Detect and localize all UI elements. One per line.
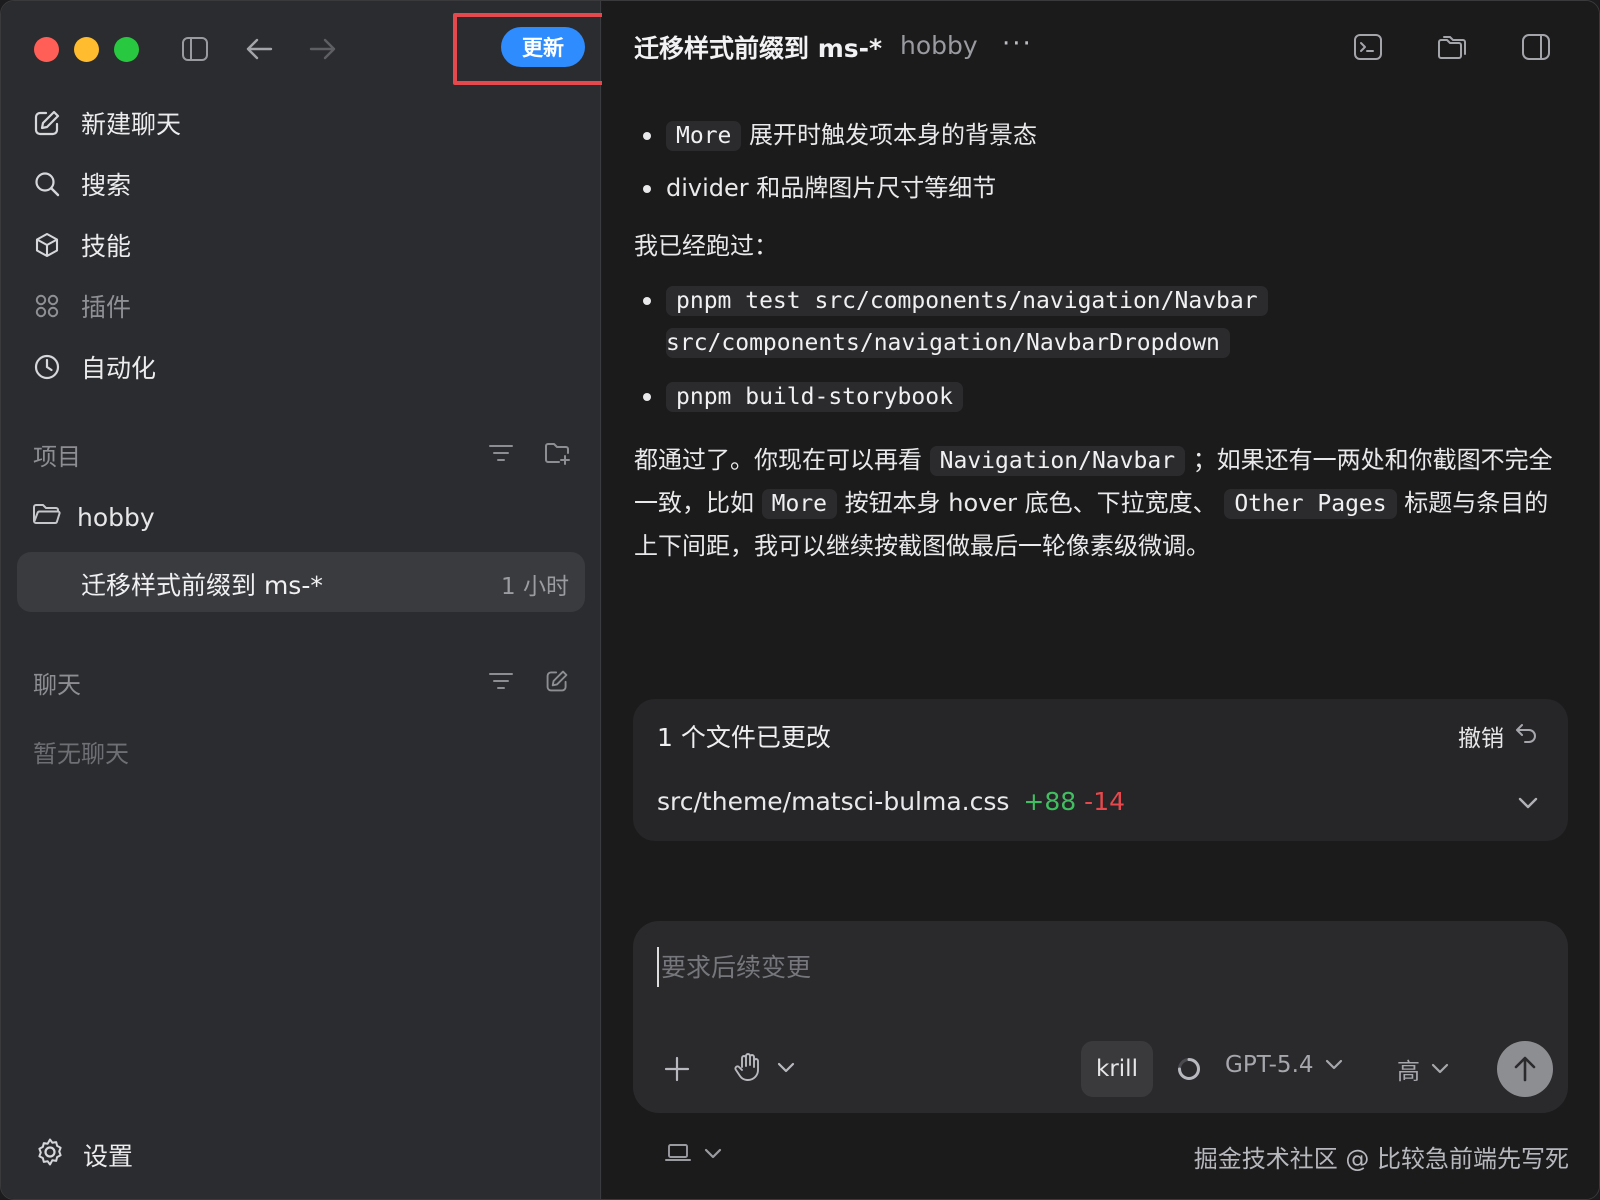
- model-label: GPT-5.4: [1225, 1052, 1314, 1078]
- message-paragraph: 都通过了。你现在可以再看 Navigation/Navbar ；如果还有一两处和…: [634, 439, 1564, 567]
- list-item: divider 和品牌图片尺寸等细节: [634, 168, 1564, 208]
- ran-label: 我已经跑过：: [634, 232, 778, 260]
- chats-section-label: 聊天: [33, 671, 81, 699]
- deletions-count: -14: [1084, 787, 1126, 816]
- arrow-up-icon: [1514, 1056, 1536, 1082]
- paragraph-text: 按钮本身 hover 底色、下拉宽度、: [844, 489, 1217, 517]
- nav-skills[interactable]: 技能: [31, 221, 131, 269]
- loading-spinner-icon: [1173, 1053, 1205, 1085]
- settings-label: 设置: [83, 1142, 134, 1171]
- undo-label: 撤销: [1458, 726, 1504, 752]
- compose-icon[interactable]: [541, 665, 573, 697]
- hand-icon: [734, 1052, 762, 1086]
- send-button[interactable]: [1497, 1041, 1553, 1097]
- changed-files-title: 1 个文件已更改: [657, 723, 831, 752]
- clock-icon: [31, 351, 63, 383]
- paragraph-text: 都通过了。你现在可以再看: [634, 446, 922, 474]
- undo-button[interactable]: 撤销: [1458, 719, 1538, 753]
- inline-code: More: [666, 121, 742, 151]
- nav-label: 搜索: [81, 171, 132, 200]
- project-name: hobby: [77, 502, 155, 532]
- close-window-button[interactable]: [34, 37, 59, 62]
- agent-chip[interactable]: krill: [1081, 1041, 1153, 1097]
- thread-time: 1 小时: [501, 574, 569, 600]
- chevron-down-icon[interactable]: [1514, 789, 1542, 817]
- thread-header-project[interactable]: hobby: [900, 31, 978, 60]
- project-item-hobby[interactable]: hobby: [31, 495, 155, 539]
- zoom-window-button[interactable]: [114, 37, 139, 62]
- nav-new-chat[interactable]: 新建聊天: [31, 99, 181, 147]
- folder-icon: [31, 501, 61, 533]
- list-item: pnpm test src/components/navigation/Navb…: [634, 280, 1564, 364]
- inline-code: Navigation/Navbar: [929, 446, 1186, 476]
- chevron-down-icon: [1324, 1052, 1344, 1078]
- changed-file-path: src/theme/matsci-bulma.css: [657, 787, 1010, 816]
- grid-icon: [31, 290, 63, 322]
- nav-label: 自动化: [81, 354, 157, 383]
- inline-code: src/components/navigation/NavbarDropdown: [666, 328, 1230, 358]
- nav-label: 新建聊天: [81, 110, 182, 139]
- undo-icon: [1514, 722, 1538, 750]
- list-item-text: 展开时触发项本身的背景态: [749, 121, 1038, 149]
- projects-section-label: 项目: [33, 443, 81, 471]
- model-selector[interactable]: GPT-5.4: [1225, 1052, 1344, 1078]
- new-folder-icon[interactable]: [541, 437, 573, 469]
- thread-header-title: 迁移样式前缀到 ms-*: [634, 34, 883, 63]
- inline-code: Other Pages: [1224, 489, 1397, 519]
- watermark-text: 掘金技术社区 @ 比较急前端先写死: [1193, 1145, 1569, 1173]
- filter-icon[interactable]: [485, 665, 517, 697]
- list-item: pnpm build-storybook: [634, 376, 1564, 417]
- composer-input[interactable]: [657, 947, 1537, 987]
- laptop-icon: [665, 1143, 691, 1167]
- toggle-sidebar-icon[interactable]: [177, 31, 213, 67]
- list-item-text: divider 和品牌图片尺寸等细节: [666, 174, 997, 202]
- forward-arrow-icon[interactable]: [305, 31, 341, 67]
- chevron-down-icon: [703, 1146, 723, 1165]
- add-attachment-icon[interactable]: [657, 1049, 697, 1089]
- chats-empty-text: 暂无聊天: [33, 740, 129, 768]
- search-icon: [31, 168, 63, 200]
- assistant-message: More 展开时触发项本身的背景态 divider 和品牌图片尺寸等细节 我已经…: [634, 115, 1564, 567]
- permissions-dropdown[interactable]: [723, 1047, 807, 1091]
- inline-code: pnpm build-storybook: [666, 382, 963, 412]
- settings-button[interactable]: 设置: [35, 1137, 133, 1173]
- filter-icon[interactable]: [485, 437, 517, 469]
- changed-file-row[interactable]: src/theme/matsci-bulma.css +88 -14: [657, 787, 1125, 816]
- nav-label: 技能: [81, 232, 132, 261]
- folder-copy-icon[interactable]: [1434, 29, 1470, 65]
- nav-search[interactable]: 搜索: [31, 160, 131, 208]
- thread-title: 迁移样式前缀到 ms-*: [81, 571, 323, 600]
- sidebar: 更新 新建聊天 搜索 技能 插件 自动化 项目 hobby 迁移样式前缀到 ms…: [1, 1, 609, 1199]
- changed-files-card: 1 个文件已更改 撤销 src/theme/matsci-bulma.css +8…: [633, 699, 1568, 841]
- composer: krill GPT-5.4 高: [633, 921, 1568, 1113]
- thread-item-active[interactable]: 迁移样式前缀到 ms-* 1 小时: [17, 552, 585, 612]
- inline-code: More: [761, 489, 838, 519]
- compose-icon: [31, 107, 63, 139]
- nav-automation[interactable]: 自动化: [31, 343, 156, 391]
- app-window: 更新 新建聊天 搜索 技能 插件 自动化 项目 hobby 迁移样式前缀到 ms…: [0, 0, 1600, 1200]
- toggle-panel-icon[interactable]: [1518, 29, 1554, 65]
- update-button[interactable]: 更新: [501, 27, 585, 67]
- inline-code: pnpm test src/components/navigation/Navb…: [666, 286, 1268, 316]
- minimize-window-button[interactable]: [74, 37, 99, 62]
- cube-icon: [31, 229, 63, 261]
- level-label: 高: [1397, 1059, 1420, 1085]
- chevron-down-icon: [1430, 1056, 1450, 1082]
- environment-selector[interactable]: [665, 1143, 723, 1167]
- more-options-icon[interactable]: ···: [1002, 29, 1033, 59]
- terminal-icon[interactable]: [1350, 29, 1386, 65]
- nav-label: 插件: [81, 293, 132, 322]
- back-arrow-icon[interactable]: [241, 31, 277, 67]
- gear-icon: [35, 1137, 65, 1173]
- nav-plugins[interactable]: 插件: [31, 282, 131, 330]
- additions-count: +88: [1023, 787, 1077, 816]
- reasoning-level-selector[interactable]: 高: [1397, 1052, 1450, 1086]
- list-item: More 展开时触发项本身的背景态: [634, 115, 1564, 156]
- chevron-down-icon: [776, 1060, 796, 1079]
